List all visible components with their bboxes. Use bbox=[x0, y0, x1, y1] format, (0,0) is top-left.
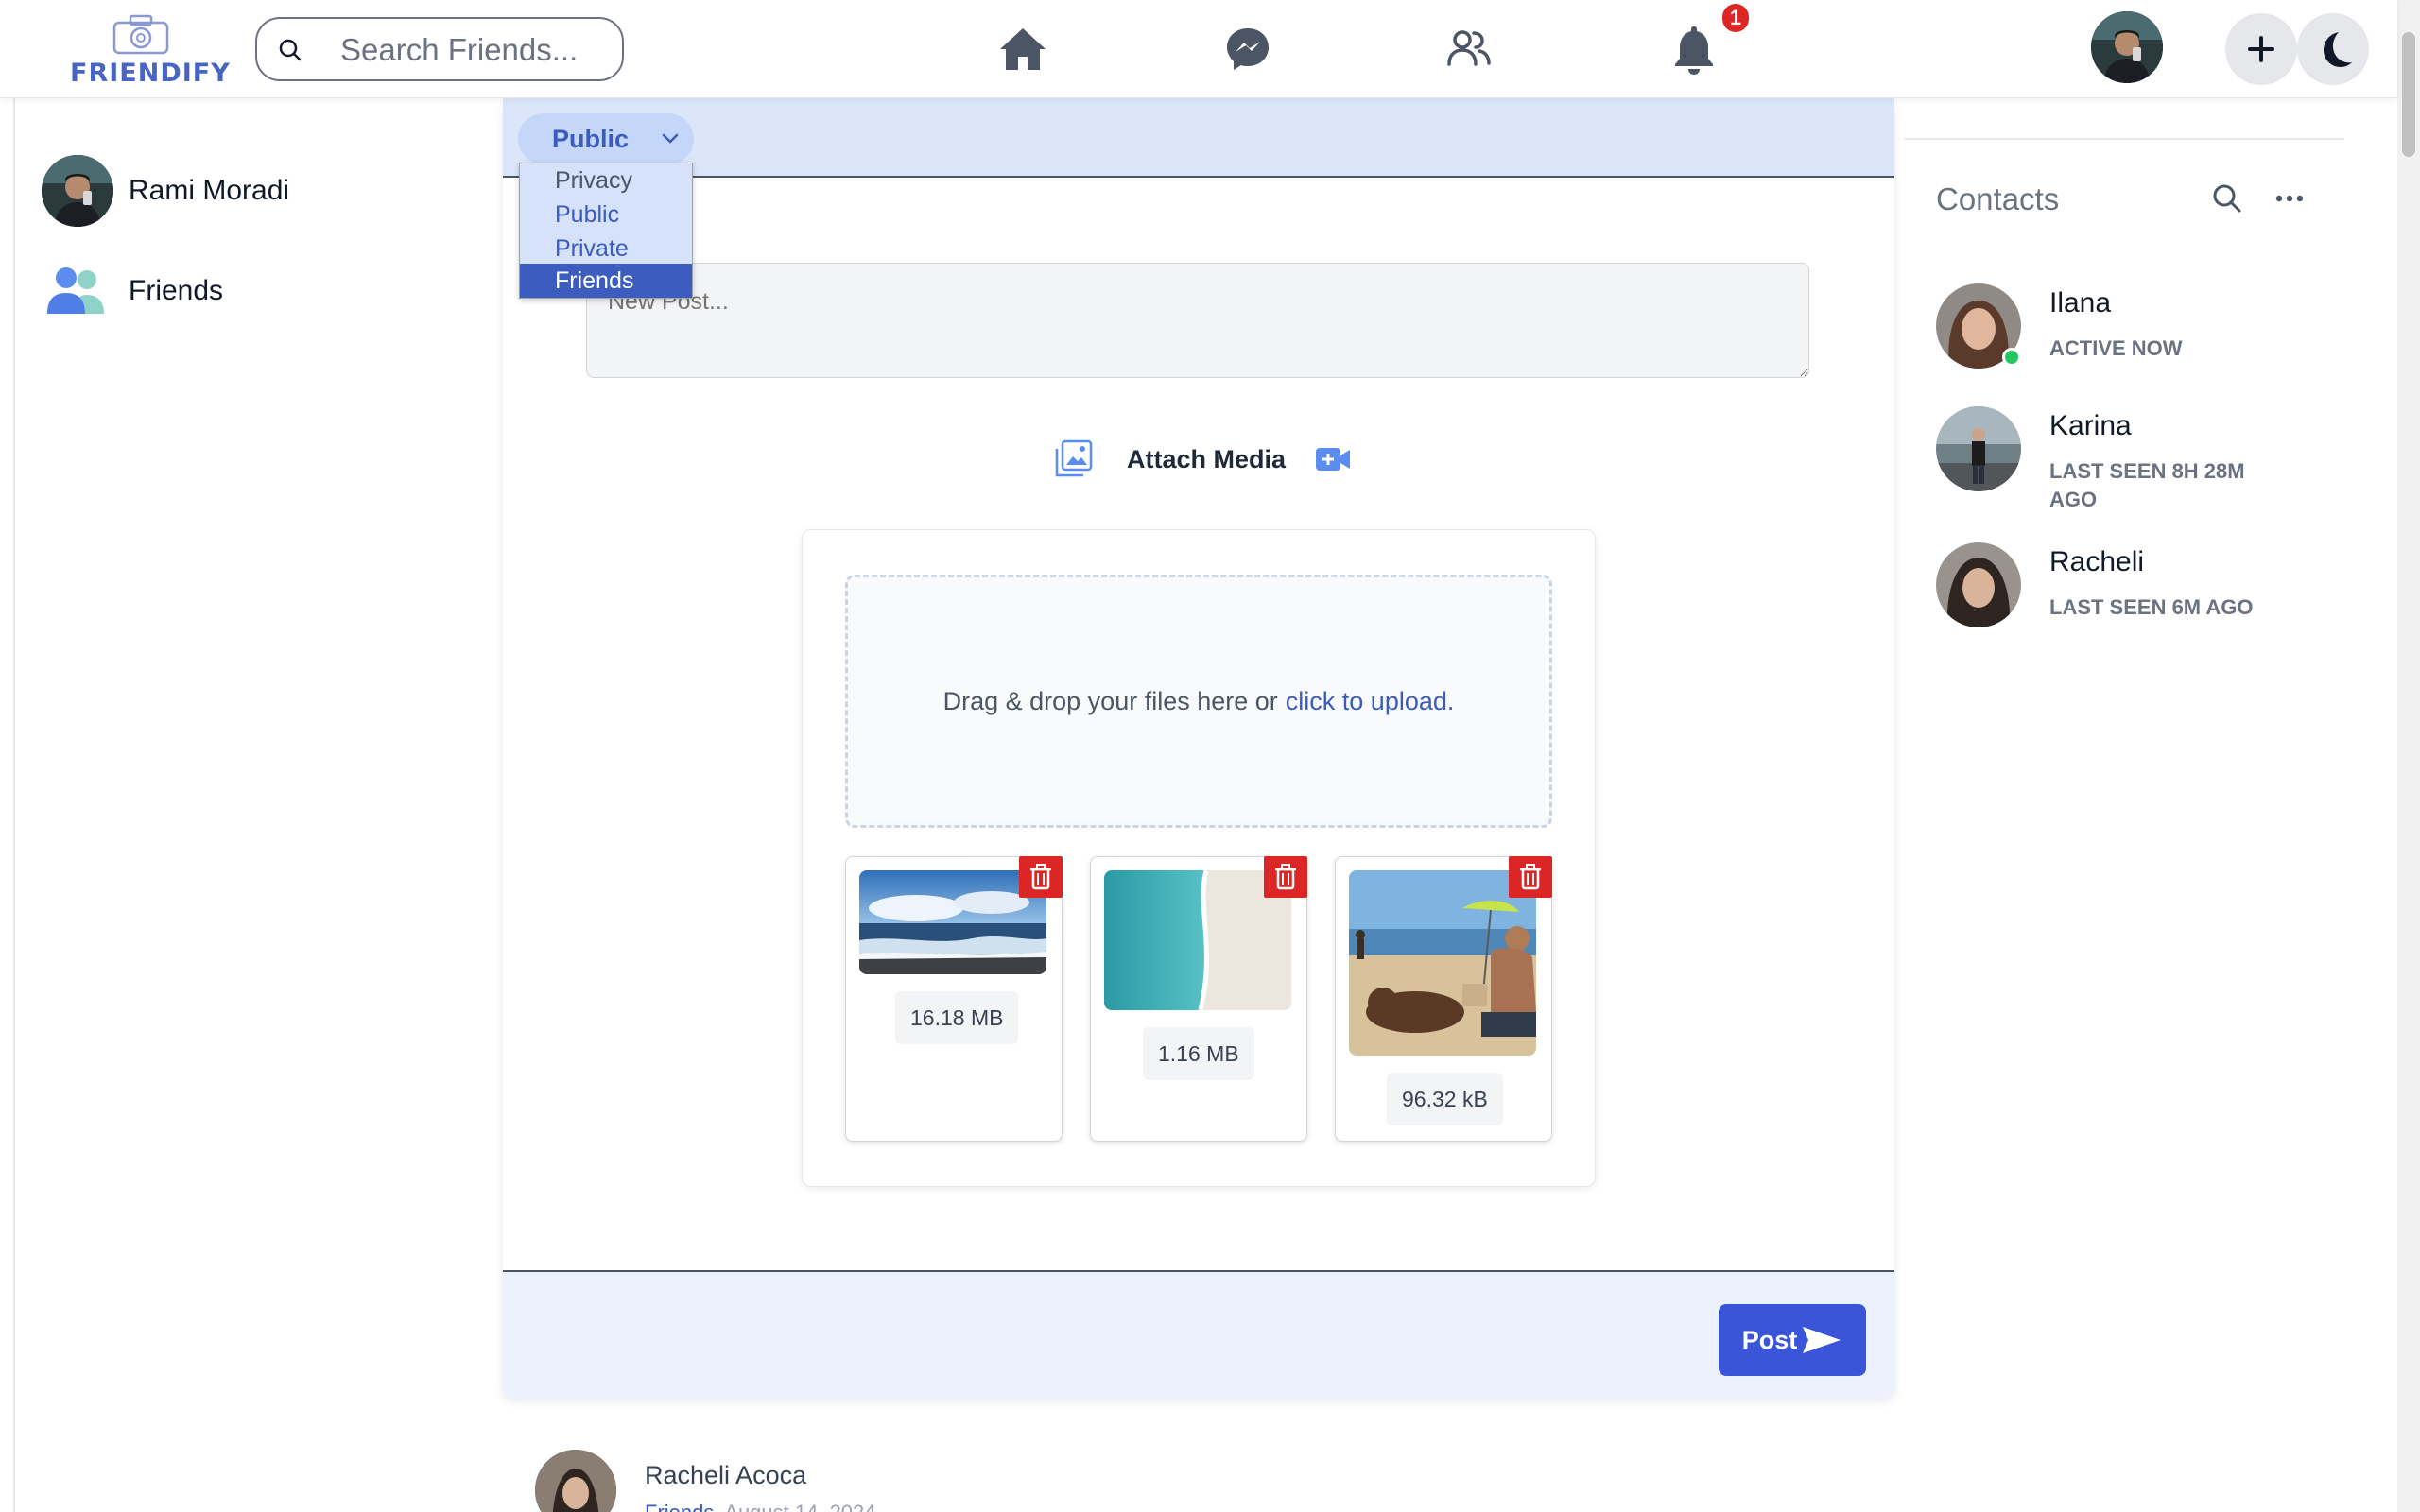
contact-avatar bbox=[1936, 406, 2021, 491]
scrollbar-thumb[interactable] bbox=[2402, 32, 2415, 157]
composer-footer: Post bbox=[503, 1270, 1894, 1399]
privacy-dropdown: Privacy Public Private Friends bbox=[519, 163, 693, 299]
contact-avatar bbox=[1936, 542, 2021, 627]
attach-media-row: Attach Media bbox=[1053, 438, 1352, 480]
file-size: 16.18 MB bbox=[895, 991, 1019, 1044]
dark-mode-toggle[interactable] bbox=[2297, 13, 2369, 85]
user-avatar[interactable] bbox=[2091, 11, 2163, 83]
file-size: 96.32 kB bbox=[1387, 1073, 1503, 1125]
file-preview-card: 96.32 kB bbox=[1335, 856, 1552, 1142]
home-icon[interactable] bbox=[994, 21, 1051, 77]
image-upload-icon[interactable] bbox=[1053, 439, 1093, 479]
contact-name: Karina bbox=[2049, 410, 2132, 441]
friends-group-icon bbox=[47, 267, 104, 314]
contact-name: Racheli bbox=[2049, 546, 2145, 577]
file-preview-card: 16.18 MB bbox=[845, 856, 1063, 1142]
dropzone-text: Drag & drop your files here or bbox=[942, 686, 1278, 715]
messenger-icon[interactable] bbox=[1219, 21, 1276, 77]
contact-name: Ilana bbox=[2049, 287, 2112, 318]
privacy-option-friends[interactable]: Friends bbox=[520, 264, 692, 298]
delete-file-button[interactable] bbox=[1019, 856, 1063, 898]
contact-item[interactable]: Ilana ACTIVE NOW bbox=[1936, 284, 2352, 374]
delete-file-button[interactable] bbox=[1264, 856, 1307, 898]
moon-icon bbox=[2324, 32, 2352, 67]
click-to-upload-link[interactable]: click to upload. bbox=[1286, 687, 1455, 716]
file-dropzone[interactable]: Drag & drop your files here or click to … bbox=[845, 575, 1552, 828]
online-status-dot bbox=[2002, 348, 2021, 367]
file-preview-card: 1.16 MB bbox=[1090, 856, 1307, 1142]
contact-status: ACTIVE NOW bbox=[2049, 336, 2183, 360]
avatar bbox=[42, 155, 113, 227]
video-upload-icon[interactable] bbox=[1314, 440, 1352, 478]
post-button[interactable]: Post bbox=[1719, 1304, 1866, 1376]
send-icon bbox=[1803, 1327, 1841, 1353]
composer-header: Public bbox=[503, 98, 1894, 178]
bell-icon[interactable] bbox=[1666, 21, 1722, 77]
notification-badge: 1 bbox=[1722, 4, 1749, 32]
search-box[interactable] bbox=[255, 17, 624, 81]
top-navbar: FRIENDIFY 1 bbox=[0, 0, 2397, 98]
plus-icon bbox=[2248, 36, 2274, 62]
attach-media-label: Attach Media bbox=[1127, 444, 1287, 473]
file-thumbnail bbox=[1349, 870, 1536, 1056]
contacts-divider bbox=[1904, 138, 2344, 140]
sidebar-item-label: Friends bbox=[129, 275, 224, 306]
contact-status: LAST SEEN 8H 28M AGO bbox=[2049, 459, 2245, 511]
trash-icon bbox=[1030, 864, 1051, 890]
sidebar-item-profile[interactable]: Rami Moradi bbox=[42, 155, 420, 227]
search-icon[interactable] bbox=[2210, 181, 2244, 215]
chevron-down-icon bbox=[662, 133, 679, 144]
camera-logo-icon bbox=[112, 14, 169, 55]
trash-icon bbox=[1520, 864, 1541, 890]
post-date: August 14, 2024 bbox=[724, 1501, 875, 1512]
contact-item[interactable]: Karina LAST SEEN 8H 28M AGO bbox=[1936, 406, 2352, 511]
post-author-name[interactable]: Racheli Acoca bbox=[645, 1461, 806, 1490]
privacy-selected-value: Public bbox=[552, 125, 630, 153]
sidebar-divider bbox=[13, 98, 15, 1512]
privacy-select[interactable]: Public bbox=[518, 113, 694, 164]
contact-status: LAST SEEN 6M AGO bbox=[2049, 595, 2254, 619]
new-post-textarea[interactable] bbox=[586, 263, 1809, 378]
search-input[interactable] bbox=[340, 32, 605, 68]
post-button-label: Post bbox=[1741, 1325, 1798, 1354]
post-meta: Friends August 14, 2024 bbox=[645, 1501, 876, 1512]
create-button[interactable] bbox=[2225, 13, 2297, 85]
search-icon bbox=[279, 39, 302, 61]
delete-file-button[interactable] bbox=[1509, 856, 1552, 898]
post-audience: Friends bbox=[645, 1501, 714, 1512]
profile-name: Rami Moradi bbox=[129, 175, 290, 206]
trash-icon bbox=[1275, 864, 1296, 890]
privacy-option-public[interactable]: Public bbox=[520, 198, 692, 232]
contact-item[interactable]: Racheli LAST SEEN 6M AGO bbox=[1936, 542, 2352, 633]
friends-icon[interactable] bbox=[1441, 21, 1497, 77]
page-scrollbar[interactable] bbox=[2397, 0, 2420, 1512]
privacy-option-private[interactable]: Private bbox=[520, 232, 692, 266]
contacts-title: Contacts bbox=[1936, 181, 2060, 216]
privacy-option-header: Privacy bbox=[555, 167, 632, 194]
logo-text: FRIENDIFY bbox=[70, 59, 231, 88]
post-author-avatar[interactable] bbox=[535, 1450, 616, 1512]
app-logo[interactable]: FRIENDIFY bbox=[70, 11, 231, 91]
sidebar-item-friends[interactable]: Friends bbox=[42, 255, 420, 327]
more-options-icon[interactable] bbox=[2273, 181, 2307, 215]
file-size: 1.16 MB bbox=[1143, 1027, 1254, 1080]
